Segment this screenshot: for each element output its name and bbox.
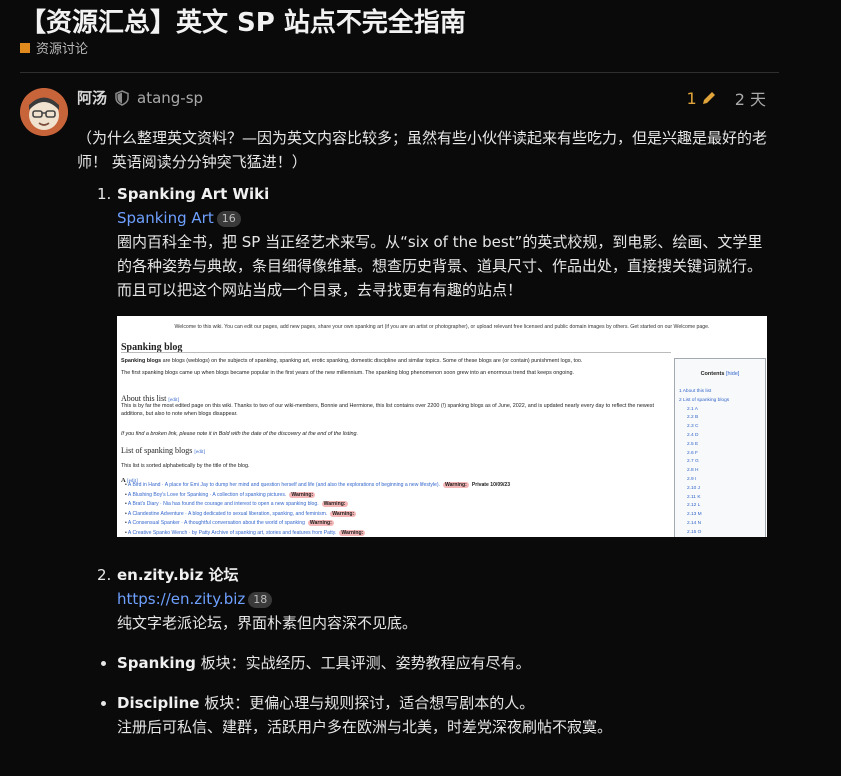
wiki-entry: • A Clandestine Adventure · A blog dedic… <box>125 510 357 517</box>
item-link[interactable]: https://en.zity.biz <box>117 590 245 608</box>
wiki-welcome-banner: Welcome to this wiki. You can edit our p… <box>174 324 710 330</box>
post-meta: 1 2 天 <box>687 86 766 110</box>
wiki-entry: • A Blushing Boy's Love for Spanking · A… <box>125 491 316 498</box>
warning-badge: Warning: <box>307 520 334 526</box>
avatar[interactable] <box>20 88 68 136</box>
wiki-toc-item[interactable]: 2.12 L <box>675 502 765 511</box>
bullet-item: Discipline 板块：更偏心理与规则探讨，适合想写剧本的人。 注册后可私信… <box>77 691 777 739</box>
list-number: 2. <box>97 566 112 584</box>
list-item: 1. Spanking Art Wiki Spanking Art 16 圈内百科… <box>77 182 777 537</box>
intro-paragraph: （为什么整理英文资料？—因为英文内容比较多；虽然有些小伙伴读起来有些吃力，但是兴… <box>77 129 768 171</box>
wiki-entry-text[interactable]: A Creative Spanko Wench · by Patty Archi… <box>128 530 336 536</box>
wiki-entry: • A Creative Spanko Wench · by Patty Arc… <box>125 529 366 536</box>
item-link[interactable]: Spanking Art <box>117 209 214 227</box>
wiki-toc-item[interactable]: 2.7 G <box>675 458 765 467</box>
wiki-toc-header: Contents [hide] <box>675 362 765 386</box>
category-color-square <box>20 42 30 53</box>
wiki-toc-item[interactable]: 2.2 B <box>675 414 765 423</box>
warning-badge: Warning: <box>330 510 357 517</box>
wiki-entry-list: • A Bird in Hand · A place for Emi Jay t… <box>125 481 665 537</box>
warning-badge: Warning: <box>442 482 469 488</box>
wiki-entry-text[interactable]: A Clandestine Adventure · A blog dedicat… <box>128 511 327 517</box>
wiki-lead: Spanking blogs are blogs (weblogs) on th… <box>121 358 671 365</box>
author-handle[interactable]: atang-sp <box>137 89 203 107</box>
warning-badge: Warning: <box>289 491 316 498</box>
author-name[interactable]: 阿汤 <box>77 87 107 108</box>
wiki-toc-item[interactable]: 2.1 A <box>675 406 765 415</box>
topic-title: 【资源汇总】英文 SP 站点不完全指南 <box>20 8 466 38</box>
bullet-text-2: 注册后可私信、建群，活跃用户多在欧洲与北美，时差党深夜刷帖不寂寞。 <box>117 718 613 736</box>
item-title: en.zity.biz 论坛 <box>117 566 239 584</box>
private-status: Private 10/09/23 <box>471 482 511 488</box>
link-click-count: 18 <box>248 592 273 608</box>
wiki-toc-item[interactable]: 2 List of spanking blogs <box>675 397 765 406</box>
wiki-entry: • A Consensual Spanker · A thoughtful co… <box>125 520 334 526</box>
edit-history-button[interactable]: 1 <box>687 89 717 108</box>
category-label: 资源讨论 <box>36 42 89 57</box>
warning-badge: Warning: <box>321 501 348 507</box>
wiki-toc-item[interactable]: 2.8 H <box>675 467 765 476</box>
wiki-toc-item[interactable]: 2.15 O <box>675 529 765 537</box>
list-item: 2. en.zity.biz 论坛 https://en.zity.biz 18 … <box>77 563 777 635</box>
list-number: 1. <box>97 185 112 203</box>
wiki-list-note: This list is sorted alphabetically by th… <box>121 463 250 469</box>
bullet-text: 板块：实战经历、工具评测、姿势教程应有尽有。 <box>195 654 531 672</box>
bullet-dot <box>101 701 106 706</box>
wiki-toc-item[interactable]: 2.4 D <box>675 432 765 441</box>
shield-icon <box>115 89 129 106</box>
post-body: （为什么整理英文资料？—因为英文内容比较多；虽然有些小伙伴读起来有些吃力，但是兴… <box>77 126 777 739</box>
wiki-toc-hide[interactable]: [hide] <box>726 371 739 377</box>
wiki-lead-bold: Spanking blogs <box>121 358 162 364</box>
wiki-toc-item[interactable]: 2.10 J <box>675 485 765 494</box>
wiki-toc-item[interactable]: 2.14 N <box>675 520 765 529</box>
wiki-toc-item[interactable]: 2.5 E <box>675 441 765 450</box>
wiki-toc-list: 1 About this list 2 List of spanking blog… <box>675 388 765 537</box>
item-title: Spanking Art Wiki <box>117 185 270 203</box>
wiki-toc-item[interactable]: 2.13 M <box>675 511 765 520</box>
item-description-2: 而且可以把这个网站当成一个目录，去寻找更有有趣的站点！ <box>117 281 523 299</box>
screenshot-image[interactable]: Welcome to this wiki. You can edit our p… <box>117 316 767 537</box>
wiki-toc-item[interactable]: 2.9 I <box>675 476 765 485</box>
header-divider <box>20 72 779 73</box>
item-description: 纯文字老派论坛，界面朴素但内容深不见底。 <box>117 614 418 632</box>
avatar-face-icon <box>20 88 68 136</box>
item-description: 圈内百科全书，把 SP 当正经艺术来写。从“six of the best”的英… <box>117 233 763 275</box>
category-badge[interactable]: 资源讨论 <box>20 38 88 57</box>
bullet-dot <box>101 661 106 666</box>
wiki-toc-item[interactable]: 1 About this list <box>675 388 765 397</box>
wiki-lead-2: The first spanking blogs came up when bl… <box>121 370 574 376</box>
post-author-row: 阿汤 atang-sp <box>77 87 203 108</box>
bullet-bold: Discipline <box>117 694 200 712</box>
wiki-about-text: This is by far the most edited page on t… <box>121 403 654 417</box>
wiki-page-heading: Spanking blog <box>121 342 183 353</box>
bullet-text: 板块：更偏心理与规则探讨，适合想写剧本的人。 <box>199 694 535 712</box>
wiki-lead-text: are blogs (weblogs) on the subjects of s… <box>161 358 583 364</box>
warning-badge: Warning: <box>339 529 366 536</box>
wiki-entry-text[interactable]: A Blushing Boy's Love for Spanking · A c… <box>128 492 286 498</box>
wiki-toc-item[interactable]: 2.3 C <box>675 423 765 432</box>
wiki-toc-title: Contents <box>700 371 725 377</box>
post-time[interactable]: 2 天 <box>735 86 766 110</box>
wiki-entry-text[interactable]: A Consensual Spanker · A thoughtful conv… <box>128 520 305 526</box>
wiki-heading-rule <box>121 352 671 353</box>
bullet-item: Spanking 板块：实战经历、工具评测、姿势教程应有尽有。 <box>77 651 777 675</box>
link-click-count: 16 <box>216 211 241 227</box>
wiki-entry-text[interactable]: A Brat's Diary · Nia has found the coura… <box>128 501 319 507</box>
bullet-bold: Spanking <box>117 654 196 672</box>
wiki-toc-item[interactable]: 2.6 F <box>675 450 765 459</box>
wiki-entry: • A Bird in Hand · A place for Emi Jay t… <box>125 482 511 488</box>
wiki-toc: Contents [hide] 1 About this list 2 List … <box>674 358 766 537</box>
edit-count: 1 <box>686 88 697 108</box>
wiki-toc-item[interactable]: 2.11 K <box>675 494 765 503</box>
pencil-icon <box>702 92 715 104</box>
wiki-entry: • A Brat's Diary · Nia has found the cou… <box>125 501 348 507</box>
wiki-entry-text[interactable]: A Bird in Hand · A place for Emi Jay to … <box>128 482 440 488</box>
